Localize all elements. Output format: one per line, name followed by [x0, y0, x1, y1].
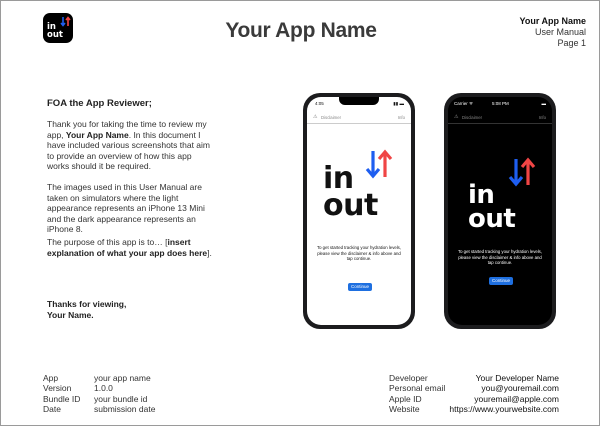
developer-detail-row: Developer Your Developer Name — [389, 373, 559, 383]
continue-button[interactable]: Continue — [489, 277, 513, 285]
developer-detail-row: Personal email you@youremail.com — [389, 383, 559, 394]
app-detail-row: Version 1.0.0 — [43, 383, 113, 394]
phone-notch — [339, 97, 379, 105]
iphone-8-dark-screenshot: Carrier ᯤ 5:08 PM ▬ ⚠ Disclaimer Info in… — [444, 93, 556, 329]
page-title: Your App Name — [225, 19, 377, 42]
iphone-mini-light-screenshot: 4:05 ▮▮ ▬ ⚠ Disclaimer Info in out To get… — [303, 93, 415, 329]
continue-button[interactable]: Continue — [348, 283, 372, 291]
warning-icon[interactable]: ⚠ — [454, 114, 458, 120]
app-details: App your app name Version 1.0.0 Bundle ID y… — [43, 373, 155, 415]
status-carrier: Carrier ᯤ — [454, 101, 474, 106]
disclaimer-link[interactable]: Disclaimer — [462, 115, 482, 120]
welcome-message: To get started tracking your hydration l… — [316, 245, 402, 262]
status-icons: ▮▮ ▬ — [393, 101, 404, 106]
status-time: 4:05 — [315, 101, 324, 106]
battery-icon: ▬ — [541, 101, 547, 106]
header-info: Your App Name User Manual Page 1 — [519, 16, 586, 49]
info-link[interactable]: Info — [539, 115, 546, 120]
phone-screen: 4:05 ▮▮ ▬ ⚠ Disclaimer Info in out To get… — [307, 97, 411, 325]
user-manual-page: in out Your App Name Your App Name User M… — [0, 0, 600, 426]
app-detail-row: Date submission date — [43, 404, 156, 415]
disclaimer-link[interactable]: Disclaimer — [321, 115, 341, 120]
developer-detail-row: Website https://www.yourwebsite.com — [389, 404, 559, 415]
closing-signature: Thanks for viewing, Your Name. — [47, 299, 127, 320]
status-time: 5:08 PM — [492, 101, 509, 106]
simulator-paragraph: The images used in this User Manual are … — [47, 182, 205, 235]
nav-bar: ⚠ Disclaimer Info — [448, 113, 552, 124]
header-app-name: Your App Name — [519, 16, 586, 26]
phone-screen: Carrier ᯤ 5:08 PM ▬ ⚠ Disclaimer Info in… — [448, 97, 552, 325]
purpose-paragraph: The purpose of this app is to… [insert e… — [47, 237, 212, 258]
app-detail-row: Bundle ID your bundle id — [43, 393, 148, 404]
greeting-heading: FOA the App Reviewer; — [47, 98, 152, 109]
header-document-type: User Manual — [534, 27, 586, 37]
welcome-message: To get started tracking your hydration l… — [457, 249, 543, 266]
developer-details: Developer Your Developer Name Personal em… — [389, 373, 559, 415]
in-out-wordmark: in out — [468, 180, 516, 234]
warning-icon[interactable]: ⚠ — [313, 114, 317, 120]
app-detail-row: App your app name — [43, 373, 151, 383]
info-link[interactable]: Info — [398, 115, 405, 120]
nav-bar: ⚠ Disclaimer Info — [307, 113, 411, 124]
intro-paragraph: Thank you for taking the time to review … — [47, 119, 211, 172]
developer-detail-row: Apple ID youremail@apple.com — [389, 393, 559, 404]
header-page-number: Page 1 — [557, 38, 586, 48]
in-out-wordmark: in out — [323, 161, 378, 223]
